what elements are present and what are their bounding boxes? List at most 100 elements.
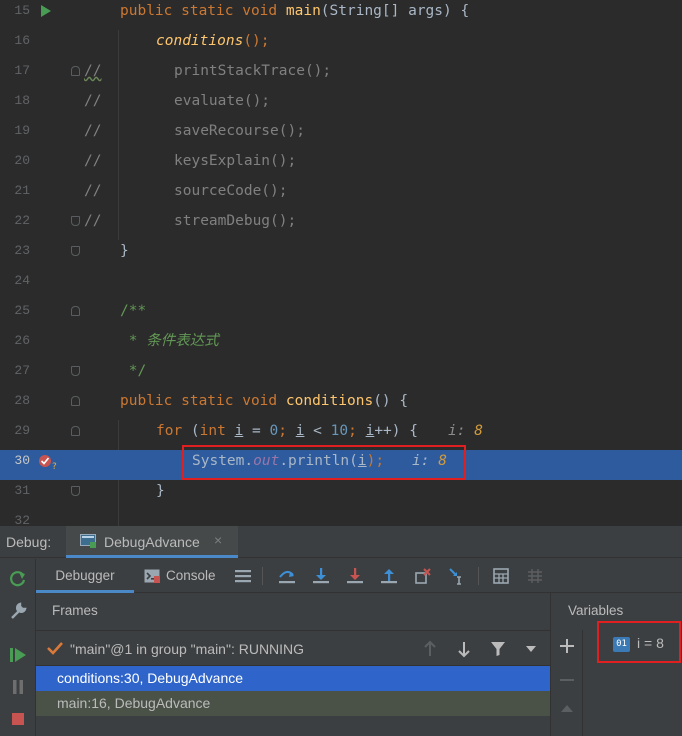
line-number: 31	[14, 483, 30, 498]
code-line-22[interactable]: 22 // streamDebug();	[0, 210, 682, 240]
line-number: 19	[14, 123, 30, 138]
annotation-highlight-box	[597, 621, 681, 663]
pause-program-icon[interactable]	[8, 677, 28, 697]
debugger-toolbar: Debugger Console	[36, 559, 682, 593]
run-to-cursor-icon[interactable]	[448, 567, 466, 585]
comment-mark: //	[84, 213, 102, 229]
code-text: keysExplain();	[174, 153, 297, 169]
code-text: }	[120, 243, 129, 259]
arrow-up-icon[interactable]	[422, 640, 438, 658]
thread-selector[interactable]: "main"@1 in group "main": RUNNING	[36, 630, 550, 666]
debug-side-toolbar	[0, 559, 36, 736]
line-number: 30	[14, 453, 30, 468]
fold-marker-icon[interactable]	[71, 66, 80, 76]
frame-item[interactable]: main:16, DebugAdvance	[36, 691, 550, 716]
menu-lines-icon[interactable]	[234, 567, 252, 585]
line-number: 21	[14, 183, 30, 198]
comment-mark: //	[84, 93, 102, 109]
fold-marker-icon[interactable]	[71, 486, 80, 496]
drop-frame-icon[interactable]	[414, 567, 432, 585]
fold-marker-icon[interactable]	[71, 246, 80, 256]
code-line-21[interactable]: 21 // sourceCode();	[0, 180, 682, 210]
filter-icon[interactable]	[490, 640, 506, 658]
line-number: 29	[14, 423, 30, 438]
run-gutter-icon[interactable]	[40, 4, 52, 18]
variables-toolbar	[551, 630, 583, 736]
code-line-20[interactable]: 20 // keysExplain();	[0, 150, 682, 180]
code-text: evaluate();	[174, 93, 271, 109]
add-watch-icon[interactable]	[559, 638, 575, 654]
comment-mark: //	[84, 153, 102, 169]
toolbar-separator	[478, 567, 479, 585]
code-line-27[interactable]: 27 */	[0, 360, 682, 390]
code-line-23[interactable]: 23 }	[0, 240, 682, 270]
chevron-down-icon[interactable]	[525, 644, 537, 654]
line-number: 24	[14, 273, 30, 288]
rerun-icon[interactable]	[8, 569, 28, 589]
stop-program-icon[interactable]	[8, 709, 28, 729]
frames-panel: Frames "main"@1 in group "main": RUNNING…	[36, 593, 550, 736]
code-line-24[interactable]: 24	[0, 270, 682, 300]
fold-marker-icon[interactable]	[71, 396, 80, 406]
step-over-icon[interactable]	[278, 567, 296, 585]
line-number: 23	[14, 243, 30, 258]
line-number: 20	[14, 153, 30, 168]
line-number: 18	[14, 93, 30, 108]
toolbar-separator	[262, 567, 263, 585]
line-number: 28	[14, 393, 30, 408]
application-icon	[80, 534, 96, 548]
evaluate-expression-icon[interactable]	[492, 567, 510, 585]
line-number: 17	[14, 63, 30, 78]
code-line-15[interactable]: 15 public static void main(String[] args…	[0, 0, 682, 30]
tab-console[interactable]: Console	[144, 559, 234, 593]
code-line-28[interactable]: 28 public static void conditions() {	[0, 390, 682, 420]
code-text: saveRecourse();	[174, 123, 305, 139]
debug-title: Debug:	[6, 534, 52, 550]
trace-stream-icon[interactable]	[526, 567, 544, 585]
debug-header: Debug: DebugAdvance ×	[0, 526, 682, 558]
tab-console-label: Console	[166, 568, 216, 583]
move-up-icon[interactable]	[559, 700, 575, 716]
settings-wrench-icon[interactable]	[8, 601, 28, 621]
fold-marker-icon[interactable]	[71, 216, 80, 226]
code-text: streamDebug();	[174, 213, 297, 229]
line-number: 27	[14, 363, 30, 378]
frame-item[interactable]: conditions:30, DebugAdvance	[36, 666, 550, 691]
resume-program-icon[interactable]	[8, 645, 28, 665]
close-icon[interactable]: ×	[214, 532, 222, 548]
frames-title: Frames	[52, 603, 98, 618]
debug-tool-window: Debug: DebugAdvance × Debugger Console F…	[0, 526, 682, 736]
remove-watch-icon[interactable]	[559, 672, 575, 688]
code-line-18[interactable]: 18 // evaluate();	[0, 90, 682, 120]
comment-mark: //	[84, 123, 102, 139]
code-line-16[interactable]: 16 conditions();	[0, 30, 682, 60]
code-line-25[interactable]: 25 /**	[0, 300, 682, 330]
code-line-26[interactable]: 26 * 条件表达式	[0, 330, 682, 360]
step-into-icon[interactable]	[312, 567, 330, 585]
tab-debugger-label: Debugger	[55, 568, 115, 583]
line-number: 32	[14, 513, 30, 526]
code-line-19[interactable]: 19 // saveRecourse();	[0, 120, 682, 150]
annotation-highlight-box	[182, 445, 466, 480]
step-out-icon[interactable]	[380, 567, 398, 585]
code-text: */	[120, 363, 147, 379]
code-line-32[interactable]: 32	[0, 510, 682, 526]
code-editor[interactable]: 15 public static void main(String[] args…	[0, 0, 682, 526]
variables-panel: Variables 01 i = 8	[550, 593, 682, 736]
breakpoint-icon[interactable]: ?	[38, 453, 60, 471]
fold-marker-icon[interactable]	[71, 306, 80, 316]
fold-marker-icon[interactable]	[71, 366, 80, 376]
code-line-17[interactable]: 17 // printStackTrace();	[0, 60, 682, 90]
code-text: /**	[120, 303, 147, 319]
fold-marker-icon[interactable]	[71, 426, 80, 436]
code-text: public static void conditions() {	[120, 393, 409, 409]
tab-debugger[interactable]: Debugger	[36, 559, 134, 593]
code-line-31[interactable]: 31 }	[0, 480, 682, 510]
comment-mark: //	[84, 63, 102, 79]
arrow-down-icon[interactable]	[456, 640, 472, 658]
code-text: conditions();	[156, 33, 270, 49]
svg-text:?: ?	[52, 462, 57, 471]
code-text: * 条件表达式	[120, 333, 219, 349]
session-tab-debugadvance[interactable]: DebugAdvance ×	[66, 526, 238, 558]
force-step-into-icon[interactable]	[346, 567, 364, 585]
